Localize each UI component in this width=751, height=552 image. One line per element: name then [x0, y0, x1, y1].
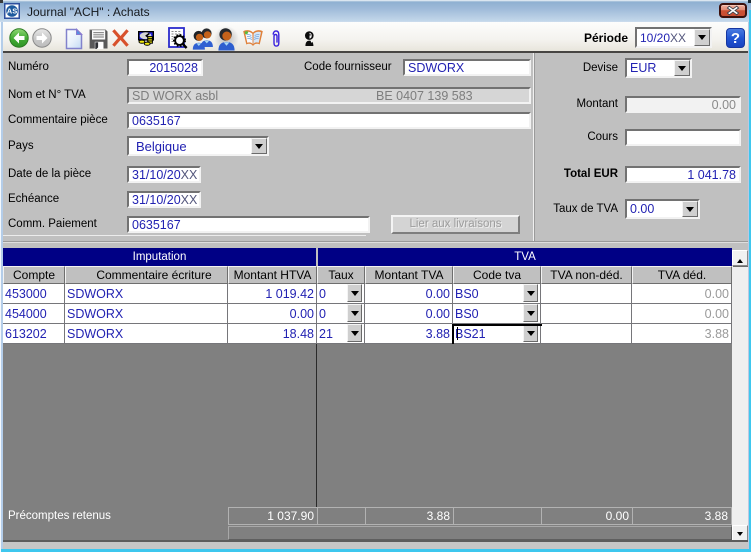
svg-text:AS: AS [7, 7, 17, 16]
